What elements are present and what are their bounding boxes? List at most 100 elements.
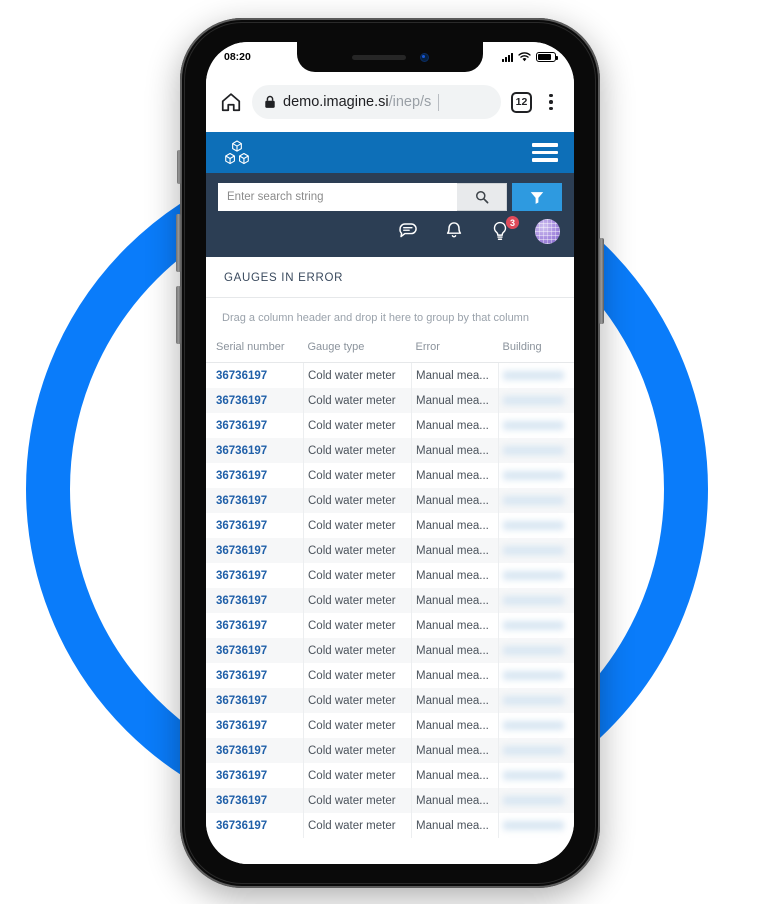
cell-error: Manual mea...	[411, 362, 500, 388]
chat-icon[interactable]	[397, 220, 419, 242]
serial-link[interactable]: 36736197	[216, 695, 267, 707]
lightbulb-icon[interactable]: 3	[489, 215, 520, 242]
table-row[interactable]: 36736197 Cold water meter Manual mea...	[206, 763, 574, 788]
redacted-building-value	[503, 621, 564, 630]
serial-link[interactable]: 36736197	[216, 645, 267, 657]
table-row[interactable]: 36736197 Cold water meter Manual mea...	[206, 688, 574, 713]
serial-link[interactable]: 36736197	[216, 670, 267, 682]
cell-serial-number[interactable]: 36736197	[206, 638, 304, 663]
table-row[interactable]: 36736197 Cold water meter Manual mea...	[206, 738, 574, 763]
power-button[interactable]	[599, 238, 604, 324]
serial-link[interactable]: 36736197	[216, 770, 267, 782]
cell-serial-number[interactable]: 36736197	[206, 513, 304, 538]
column-header-gauge-type[interactable]: Gauge type	[303, 336, 412, 363]
table-row[interactable]: 36736197 Cold water meter Manual mea...	[206, 362, 574, 388]
table-row[interactable]: 36736197 Cold water meter Manual mea...	[206, 713, 574, 738]
wifi-icon	[518, 52, 531, 62]
cell-serial-number[interactable]: 36736197	[206, 813, 304, 838]
serial-link[interactable]: 36736197	[216, 620, 267, 632]
serial-link[interactable]: 36736197	[216, 595, 267, 607]
group-by-dropzone[interactable]: Drag a column header and drop it here to…	[206, 298, 574, 336]
redacted-building-value	[503, 671, 564, 680]
volume-down-button[interactable]	[176, 286, 181, 344]
cell-building	[499, 513, 575, 538]
cell-serial-number[interactable]: 36736197	[206, 763, 304, 788]
redacted-building-value	[503, 496, 564, 505]
column-header-error[interactable]: Error	[411, 336, 499, 363]
cell-serial-number[interactable]: 36736197	[206, 663, 304, 688]
cell-building	[499, 488, 575, 513]
cell-serial-number[interactable]: 36736197	[206, 688, 304, 713]
cell-error: Manual mea...	[411, 613, 500, 638]
serial-link[interactable]: 36736197	[216, 570, 267, 582]
cell-serial-number[interactable]: 36736197	[206, 738, 304, 763]
cell-serial-number[interactable]: 36736197	[206, 438, 304, 463]
tab-count-button[interactable]: 12	[511, 91, 532, 113]
silence-switch[interactable]	[177, 150, 181, 184]
serial-link[interactable]: 36736197	[216, 445, 267, 457]
table-row[interactable]: 36736197 Cold water meter Manual mea...	[206, 388, 574, 413]
table-row[interactable]: 36736197 Cold water meter Manual mea...	[206, 413, 574, 438]
search-input[interactable]	[218, 183, 457, 211]
search-button[interactable]	[457, 183, 507, 211]
volume-up-button[interactable]	[176, 214, 181, 272]
serial-link[interactable]: 36736197	[216, 520, 267, 532]
cell-building	[499, 763, 575, 788]
serial-link[interactable]: 36736197	[216, 420, 267, 432]
serial-link[interactable]: 36736197	[216, 495, 267, 507]
table-row[interactable]: 36736197 Cold water meter Manual mea...	[206, 438, 574, 463]
table-row[interactable]: 36736197 Cold water meter Manual mea...	[206, 788, 574, 813]
table-row[interactable]: 36736197 Cold water meter Manual mea...	[206, 488, 574, 513]
cubes-logo-icon[interactable]	[222, 139, 252, 166]
redacted-building-value	[503, 821, 564, 830]
column-header-serial-number[interactable]: Serial number	[206, 336, 304, 363]
table-row[interactable]: 36736197 Cold water meter Manual mea...	[206, 813, 574, 838]
table-row[interactable]: 36736197 Cold water meter Manual mea...	[206, 563, 574, 588]
url-bar[interactable]: demo.imagine.si/inep/s	[252, 85, 501, 119]
cell-building	[499, 413, 575, 438]
cell-serial-number[interactable]: 36736197	[206, 588, 304, 613]
redacted-building-value	[503, 421, 564, 430]
cell-building	[499, 388, 575, 413]
table-row[interactable]: 36736197 Cold water meter Manual mea...	[206, 638, 574, 663]
serial-link[interactable]: 36736197	[216, 470, 267, 482]
table-row[interactable]: 36736197 Cold water meter Manual mea...	[206, 663, 574, 688]
cell-serial-number[interactable]: 36736197	[206, 563, 304, 588]
table-row[interactable]: 36736197 Cold water meter Manual mea...	[206, 613, 574, 638]
table-row[interactable]: 36736197 Cold water meter Manual mea...	[206, 588, 574, 613]
bell-icon[interactable]	[443, 220, 465, 242]
serial-link[interactable]: 36736197	[216, 795, 267, 807]
serial-link[interactable]: 36736197	[216, 745, 267, 757]
cell-serial-number[interactable]: 36736197	[206, 613, 304, 638]
cell-serial-number[interactable]: 36736197	[206, 463, 304, 488]
home-icon[interactable]	[220, 91, 242, 113]
cell-error: Manual mea...	[411, 763, 500, 788]
cell-serial-number[interactable]: 36736197	[206, 362, 304, 388]
kebab-menu-icon[interactable]	[542, 93, 560, 111]
serial-link[interactable]: 36736197	[216, 820, 267, 832]
redacted-building-value	[503, 546, 564, 555]
cell-serial-number[interactable]: 36736197	[206, 413, 304, 438]
serial-link[interactable]: 36736197	[216, 545, 267, 557]
cell-serial-number[interactable]: 36736197	[206, 488, 304, 513]
hamburger-menu-icon[interactable]	[532, 143, 558, 162]
cell-serial-number[interactable]: 36736197	[206, 713, 304, 738]
redacted-building-value	[503, 596, 564, 605]
filter-button[interactable]	[512, 183, 562, 211]
gauges-table: Serial number Gauge type Error Building …	[206, 336, 574, 838]
serial-link[interactable]: 36736197	[216, 370, 267, 382]
column-header-building[interactable]: Building	[498, 336, 574, 363]
cell-serial-number[interactable]: 36736197	[206, 788, 304, 813]
user-avatar[interactable]	[535, 218, 560, 244]
table-row[interactable]: 36736197 Cold water meter Manual mea...	[206, 538, 574, 563]
redacted-building-value	[503, 471, 564, 480]
serial-link[interactable]: 36736197	[216, 720, 267, 732]
serial-link[interactable]: 36736197	[216, 395, 267, 407]
table-row[interactable]: 36736197 Cold water meter Manual mea...	[206, 463, 574, 488]
cell-building	[499, 588, 575, 613]
browser-toolbar: demo.imagine.si/inep/s 12	[206, 72, 574, 132]
table-row[interactable]: 36736197 Cold water meter Manual mea...	[206, 513, 574, 538]
redacted-building-value	[503, 696, 564, 705]
cell-serial-number[interactable]: 36736197	[206, 538, 304, 563]
cell-serial-number[interactable]: 36736197	[206, 388, 304, 413]
